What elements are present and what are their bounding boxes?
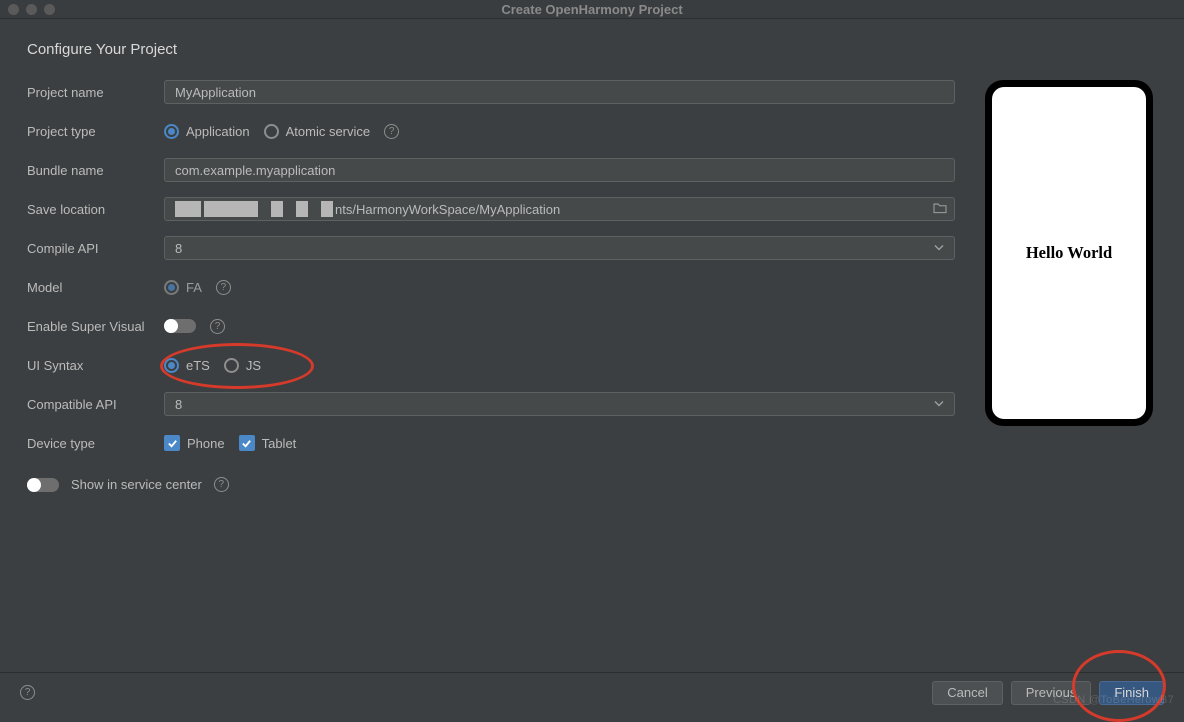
- help-icon-super-visual[interactable]: ?: [210, 319, 225, 334]
- minimize-window-icon[interactable]: [26, 4, 37, 15]
- radio-fa-label: FA: [186, 280, 202, 295]
- radio-atomic-service-label: Atomic service: [286, 124, 371, 139]
- label-model: Model: [27, 280, 164, 295]
- label-compatible-api: Compatible API: [27, 397, 164, 412]
- row-compile-api: Compile API 8: [27, 236, 955, 260]
- label-super-visual: Enable Super Visual: [27, 319, 164, 334]
- close-window-icon[interactable]: [8, 4, 19, 15]
- censored-segment: [296, 201, 308, 217]
- label-project-name: Project name: [27, 85, 164, 100]
- form-column: Project name Project type Application At…: [27, 80, 955, 492]
- row-project-name: Project name: [27, 80, 955, 104]
- radio-ets[interactable]: eTS: [164, 358, 210, 373]
- row-compatible-api: Compatible API 8: [27, 392, 955, 416]
- cancel-button[interactable]: Cancel: [932, 681, 1002, 705]
- label-ui-syntax: UI Syntax: [27, 358, 164, 373]
- label-service-center: Show in service center: [71, 477, 202, 492]
- browse-folder-icon[interactable]: [933, 202, 947, 217]
- row-service-center: Show in service center ?: [27, 477, 955, 492]
- preview-phone-frame: Hello World: [985, 80, 1153, 426]
- preview-column: Hello World: [985, 80, 1157, 492]
- window-title: Create OpenHarmony Project: [501, 2, 682, 17]
- help-icon-model[interactable]: ?: [216, 280, 231, 295]
- compatible-api-select[interactable]: 8: [164, 392, 955, 416]
- traffic-lights: [8, 4, 55, 15]
- label-project-type: Project type: [27, 124, 164, 139]
- footer: ? Cancel Previous Finish: [0, 672, 1184, 712]
- service-center-toggle[interactable]: [27, 478, 59, 492]
- row-device-type: Device type Phone Tablet: [27, 431, 955, 455]
- chevron-down-icon: [934, 397, 944, 412]
- row-ui-syntax: UI Syntax eTS JS: [27, 353, 955, 377]
- content-area: Configure Your Project Project name Proj…: [0, 19, 1184, 672]
- radio-application-label: Application: [186, 124, 250, 139]
- row-bundle-name: Bundle name: [27, 158, 955, 182]
- radio-application[interactable]: Application: [164, 124, 250, 139]
- row-model: Model FA ?: [27, 275, 955, 299]
- finish-button[interactable]: Finish: [1099, 681, 1164, 705]
- maximize-window-icon[interactable]: [44, 4, 55, 15]
- label-bundle-name: Bundle name: [27, 163, 164, 178]
- save-location-tail: nts/HarmonyWorkSpace/MyApplication: [335, 202, 560, 217]
- censored-segment: [204, 201, 258, 217]
- preview-screen: Hello World: [992, 87, 1146, 419]
- previous-button[interactable]: Previous: [1011, 681, 1092, 705]
- radio-atomic-service[interactable]: Atomic service: [264, 124, 371, 139]
- help-icon-service-center[interactable]: ?: [214, 477, 229, 492]
- project-name-input[interactable]: [164, 80, 955, 104]
- preview-text: Hello World: [1026, 243, 1112, 263]
- compatible-api-value: 8: [175, 397, 182, 412]
- compile-api-select[interactable]: 8: [164, 236, 955, 260]
- row-super-visual: Enable Super Visual ?: [27, 314, 955, 338]
- help-icon-project-type[interactable]: ?: [384, 124, 399, 139]
- chevron-down-icon: [934, 241, 944, 256]
- row-project-type: Project type Application Atomic service …: [27, 119, 955, 143]
- checkbox-phone-label: Phone: [187, 436, 225, 451]
- checkbox-tablet[interactable]: Tablet: [239, 435, 297, 451]
- checkbox-phone[interactable]: Phone: [164, 435, 225, 451]
- label-save-location: Save location: [27, 202, 164, 217]
- label-device-type: Device type: [27, 436, 164, 451]
- help-icon-footer[interactable]: ?: [20, 685, 35, 700]
- censored-segment: [175, 201, 201, 217]
- checkbox-tablet-label: Tablet: [262, 436, 297, 451]
- label-compile-api: Compile API: [27, 241, 164, 256]
- titlebar: Create OpenHarmony Project: [0, 0, 1184, 19]
- radio-ets-label: eTS: [186, 358, 210, 373]
- bundle-name-input[interactable]: [164, 158, 955, 182]
- page-title: Configure Your Project: [27, 41, 1157, 58]
- super-visual-toggle[interactable]: [164, 319, 196, 333]
- censored-segment: [271, 201, 283, 217]
- radio-fa[interactable]: FA: [164, 280, 202, 295]
- censored-segment: [321, 201, 333, 217]
- save-location-input[interactable]: nts/HarmonyWorkSpace/MyApplication: [164, 197, 955, 221]
- radio-js-label: JS: [246, 358, 261, 373]
- compile-api-value: 8: [175, 241, 182, 256]
- row-save-location: Save location nts/HarmonyWorkSpace/MyApp…: [27, 197, 955, 221]
- radio-js[interactable]: JS: [224, 358, 261, 373]
